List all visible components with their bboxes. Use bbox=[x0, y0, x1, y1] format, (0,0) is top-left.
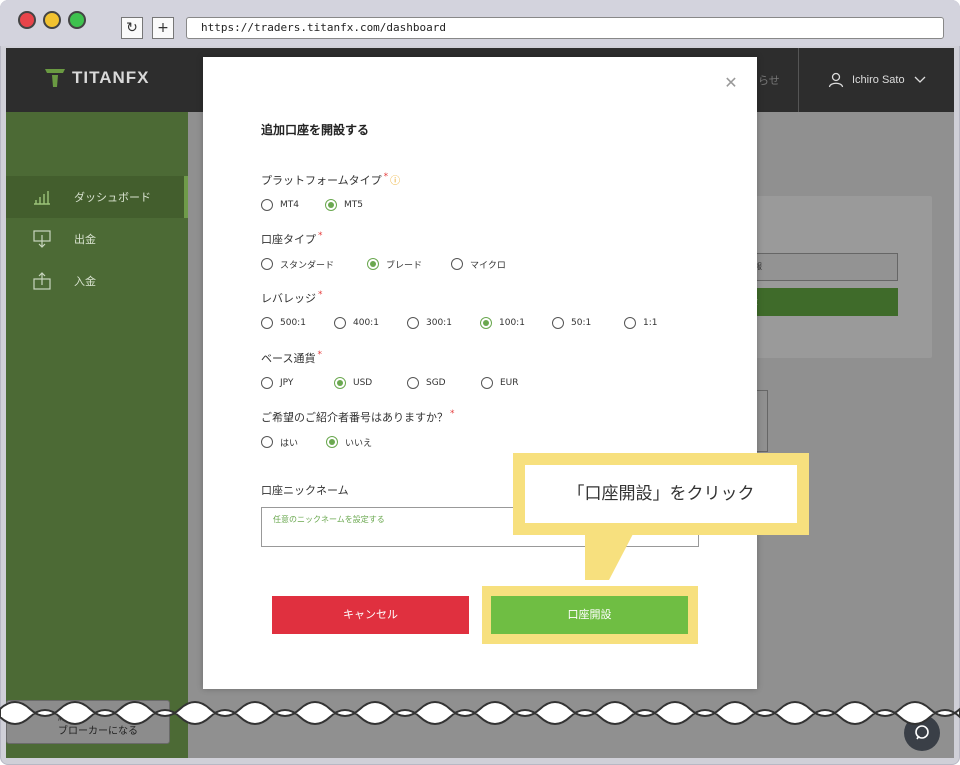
user-menu[interactable]: Ichiro Sato bbox=[828, 68, 927, 92]
maximize-window-icon[interactable] bbox=[68, 11, 86, 29]
cancel-button[interactable]: キャンセル bbox=[272, 596, 469, 634]
withdraw-icon bbox=[33, 230, 51, 248]
platform-radio-group: MT4 MT5 bbox=[261, 197, 363, 213]
radio-sgd[interactable]: SGD bbox=[407, 377, 481, 389]
open-account-button[interactable]: 口座開設 bbox=[491, 596, 688, 634]
modal-title: 追加口座を開設する bbox=[261, 123, 370, 137]
torn-edge-divider bbox=[0, 701, 960, 725]
radio-leverage-100[interactable]: 100:1 bbox=[480, 317, 552, 329]
radio-micro[interactable]: マイクロ bbox=[451, 258, 506, 271]
nav-fragment[interactable]: らせ bbox=[758, 72, 780, 88]
instruction-callout-tail bbox=[585, 534, 633, 580]
titanfx-logo[interactable]: TITANFX bbox=[44, 66, 174, 92]
referral-label: ご希望のご紹介者番号はありますか？ * bbox=[261, 409, 455, 424]
chevron-down-icon bbox=[914, 76, 926, 83]
new-tab-icon[interactable]: + bbox=[152, 17, 174, 39]
deposit-icon bbox=[33, 272, 51, 290]
bar-chart-icon bbox=[34, 191, 50, 205]
currency-label: ベース通貨 * bbox=[261, 350, 322, 365]
radio-leverage-500[interactable]: 500:1 bbox=[261, 317, 334, 329]
instruction-callout-text: 「口座開設」をクリック bbox=[525, 465, 797, 523]
sidebar-item-label: ダッシュボード bbox=[74, 191, 151, 204]
user-name: Ichiro Sato bbox=[852, 74, 905, 86]
browser-titlebar: ↻ + https://traders.titanfx.com/dashboar… bbox=[0, 0, 960, 46]
nav-divider bbox=[798, 48, 799, 112]
referral-radio-group: はい いいえ bbox=[261, 434, 372, 450]
logo-text: TITANFX bbox=[72, 68, 150, 87]
sidebar: ダッシュボード 出金 入金 bbox=[6, 112, 188, 758]
info-icon[interactable]: ⓘ bbox=[390, 176, 400, 187]
sidebar-item-dashboard[interactable]: ダッシュボード bbox=[6, 176, 188, 218]
open-account-modal: ✕ 追加口座を開設する プラットフォームタイプ * ⓘ MT4 MT5 口座タイプ *… bbox=[203, 57, 757, 689]
user-icon bbox=[828, 72, 844, 88]
account-type-radio-group: スタンダード ブレード マイクロ bbox=[261, 256, 506, 272]
currency-radio-group: JPY USD SGD EUR bbox=[261, 375, 519, 391]
nickname-label: 口座ニックネーム bbox=[261, 484, 349, 497]
radio-referral-no[interactable]: いいえ bbox=[326, 436, 372, 449]
radio-referral-yes[interactable]: はい bbox=[261, 436, 326, 449]
radio-usd[interactable]: USD bbox=[334, 377, 407, 389]
reload-icon[interactable]: ↻ bbox=[121, 17, 143, 39]
sidebar-item-label: 出金 bbox=[74, 233, 96, 246]
close-icon[interactable]: ✕ bbox=[721, 73, 741, 93]
radio-mt4[interactable]: MT4 bbox=[261, 199, 325, 211]
radio-leverage-50[interactable]: 50:1 bbox=[552, 317, 624, 329]
minimize-window-icon[interactable] bbox=[43, 11, 61, 29]
radio-leverage-300[interactable]: 300:1 bbox=[407, 317, 480, 329]
leverage-label: レバレッジ * bbox=[261, 290, 323, 305]
radio-blade[interactable]: ブレード bbox=[367, 258, 451, 271]
radio-eur[interactable]: EUR bbox=[481, 377, 519, 389]
close-window-icon[interactable] bbox=[18, 11, 36, 29]
radio-leverage-1[interactable]: 1:1 bbox=[624, 317, 657, 329]
sidebar-item-label: 入金 bbox=[74, 275, 96, 288]
radio-jpy[interactable]: JPY bbox=[261, 377, 334, 389]
address-bar[interactable]: https://traders.titanfx.com/dashboard bbox=[186, 17, 944, 39]
radio-mt5[interactable]: MT5 bbox=[325, 199, 363, 211]
sidebar-item-withdraw[interactable]: 出金 bbox=[6, 218, 188, 260]
radio-leverage-400[interactable]: 400:1 bbox=[334, 317, 407, 329]
platform-label: プラットフォームタイプ * ⓘ bbox=[261, 172, 401, 187]
leverage-radio-group: 500:1 400:1 300:1 100:1 50:1 1:1 bbox=[261, 315, 657, 331]
titanfx-logo-icon bbox=[45, 69, 65, 87]
sidebar-item-deposit[interactable]: 入金 bbox=[6, 260, 188, 302]
radio-standard[interactable]: スタンダード bbox=[261, 258, 367, 271]
account-type-label: 口座タイプ * bbox=[261, 231, 323, 246]
